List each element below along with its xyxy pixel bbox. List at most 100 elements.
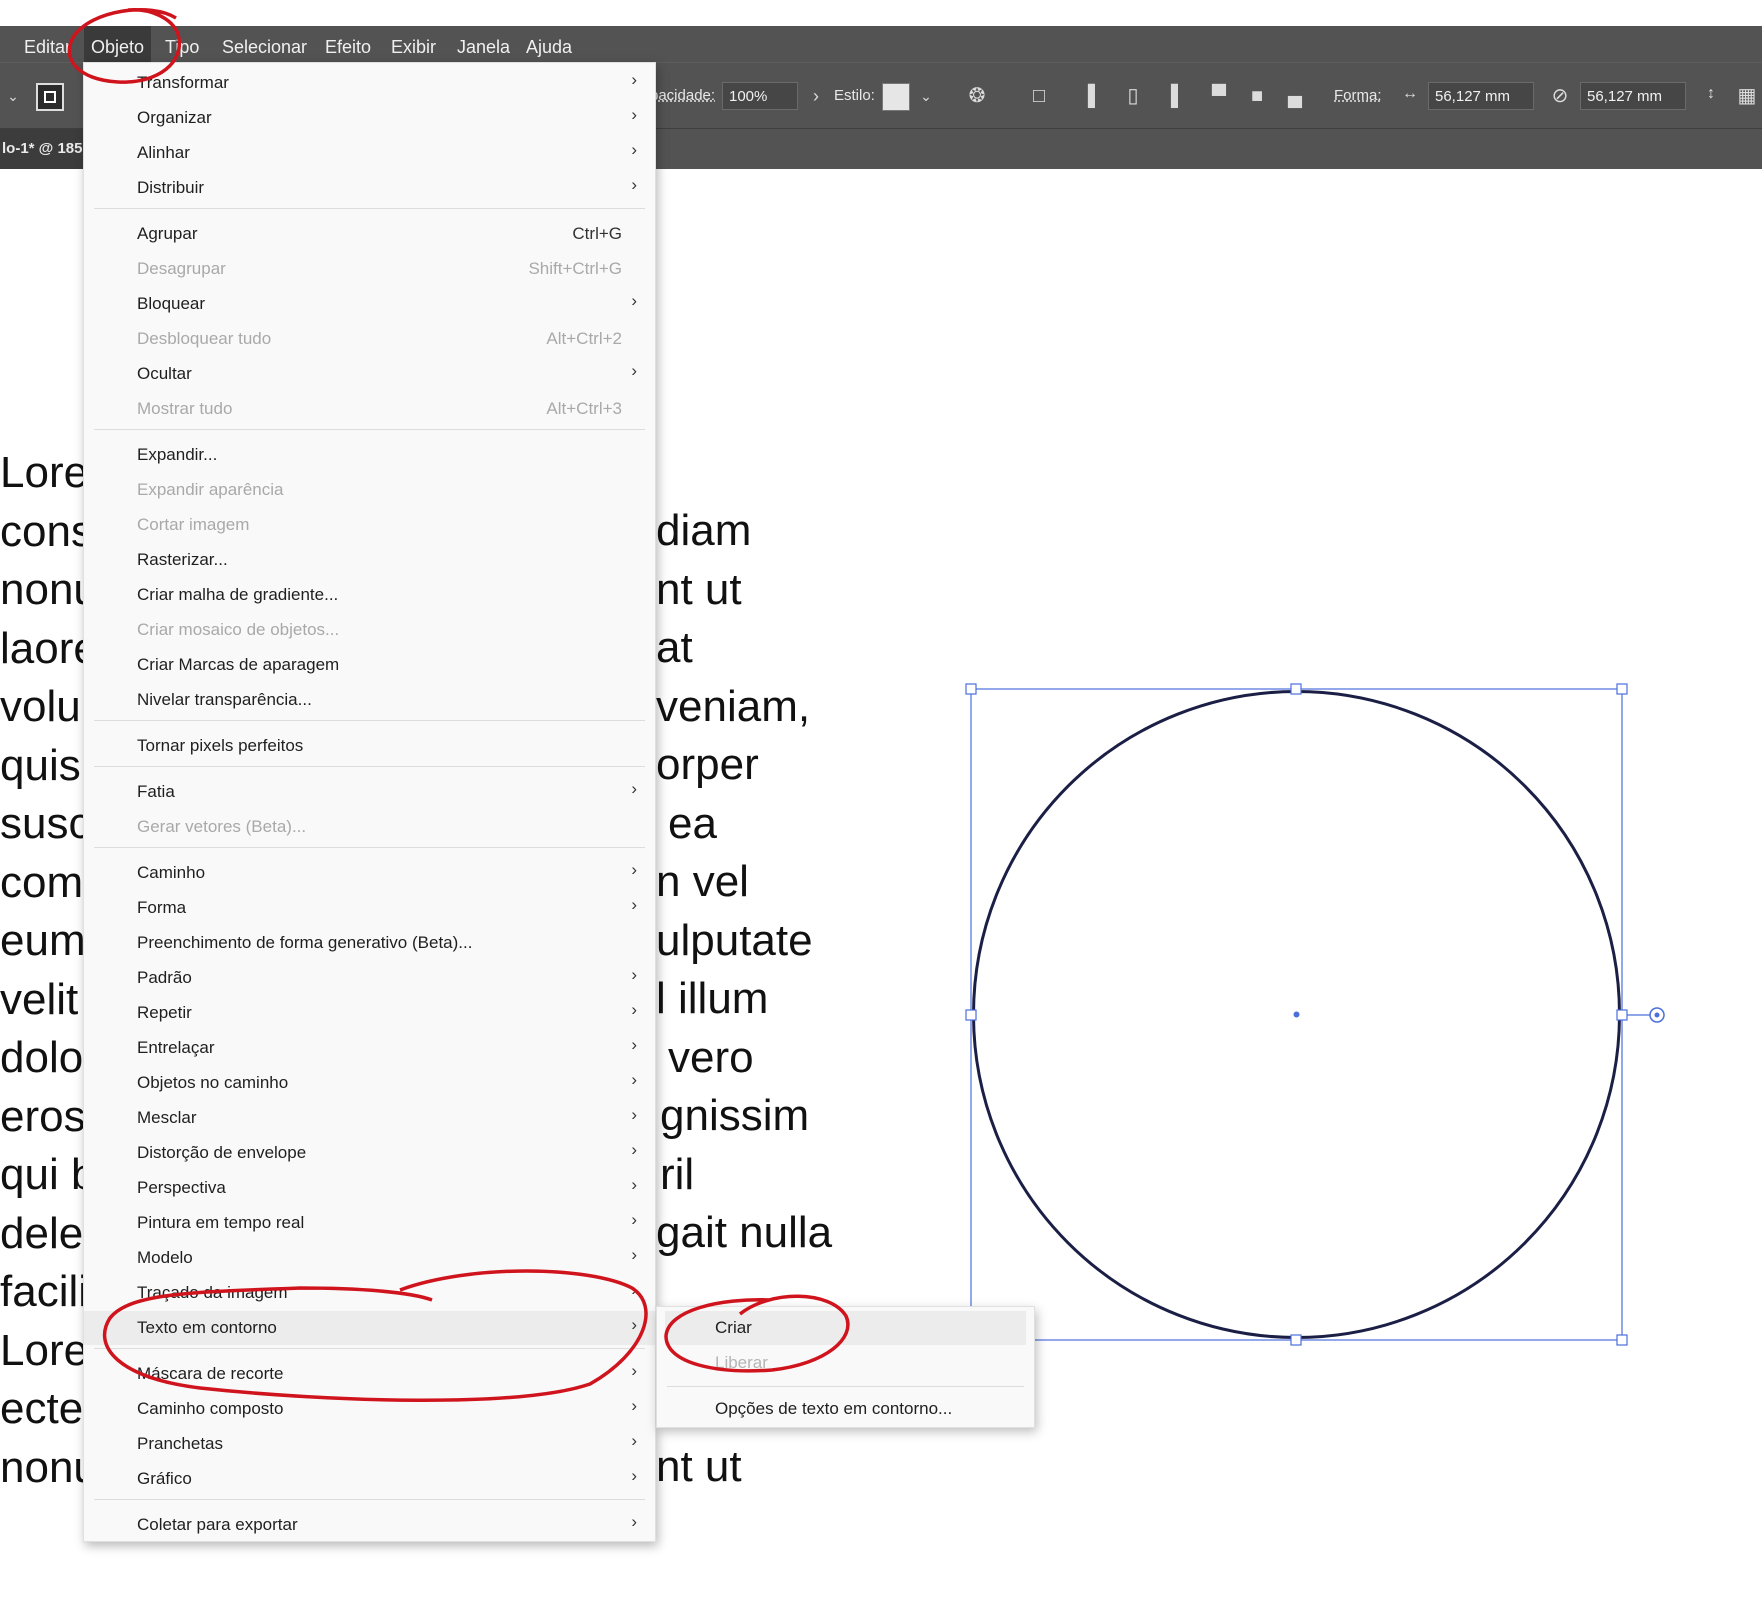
chevron-right-icon: › [631,1315,637,1334]
menu-item-mascara-de-recorte[interactable]: Máscara de recorte › [84,1357,655,1391]
menu-item-perspectiva[interactable]: Perspectiva › [84,1171,655,1205]
chevron-right-icon: › [631,1466,637,1485]
chevron-right-icon: › [631,1210,637,1229]
chevron-right-icon: › [631,291,637,310]
menu-item-label: Transformar [137,73,229,92]
menu-item-transformar[interactable]: Transformar › [84,66,655,100]
menu-item-label: Desbloquear tudo [137,329,272,348]
chevron-right-icon: › [631,361,637,380]
menu-item-caminho[interactable]: Caminho › [84,856,655,890]
menu-item-label: Agrupar [137,224,198,243]
menu-item-label: Mesclar [137,1108,197,1127]
menu-item-label: Fatia [137,782,175,801]
center-point [1293,1011,1300,1018]
menu-item-desagrupar: Desagrupar Shift+Ctrl+G [84,252,655,286]
submenu-item-opcoes-de-texto-em-contorno[interactable]: Opções de texto em contorno... [665,1392,1026,1426]
menu-item-label: Ocultar [137,364,192,383]
menu-separator [667,1386,1024,1387]
menu-item-label: Texto em contorno [137,1318,277,1337]
menu-item-nivelar-transparencia[interactable]: Nivelar transparência... [84,683,655,717]
chevron-right-icon: › [631,175,637,194]
menu-item-agrupar[interactable]: Agrupar Ctrl+G [84,217,655,251]
menu-separator [94,847,645,848]
chevron-right-icon: › [631,895,637,914]
menu-item-label: Objetos no caminho [137,1073,289,1092]
chevron-right-icon: › [631,779,637,798]
menu-item-label: Caminho composto [137,1399,284,1418]
menu-item-label: Distorção de envelope [137,1143,307,1162]
menu-item-shortcut: Alt+Ctrl+2 [546,329,622,348]
menu-item-desbloquear-tudo: Desbloquear tudo Alt+Ctrl+2 [84,322,655,356]
chevron-right-icon: › [631,1000,637,1019]
menu-item-distribuir[interactable]: Distribuir › [84,171,655,205]
menu-item-preenchimento-de-forma-generativo-beta[interactable]: Preenchimento de forma generativo (Beta)… [84,926,655,960]
chevron-right-icon: › [631,1035,637,1054]
menu-item-tracado-da-imagem[interactable]: Traçado da imagem › [84,1276,655,1310]
submenu-item-criar[interactable]: Criar [665,1311,1026,1345]
menu-item-texto-em-contorno[interactable]: Texto em contorno › [84,1311,655,1345]
menu-item-label: Máscara de recorte [137,1364,284,1383]
menu-item-alinhar[interactable]: Alinhar › [84,136,655,170]
chevron-right-icon: › [631,1361,637,1380]
menu-item-bloquear[interactable]: Bloquear › [84,287,655,321]
chevron-right-icon: › [631,1140,637,1159]
menu-separator [94,208,645,209]
menu-item-mesclar[interactable]: Mesclar › [84,1101,655,1135]
menu-item-coletar-para-exportar[interactable]: Coletar para exportar › [84,1508,655,1542]
menu-item-padrao[interactable]: Padrão › [84,961,655,995]
menu-item-entrelacar[interactable]: Entrelaçar › [84,1031,655,1065]
menu-item-label: Nivelar transparência... [137,690,312,709]
menu-item-pranchetas[interactable]: Pranchetas › [84,1427,655,1461]
menu-item-repetir[interactable]: Repetir › [84,996,655,1030]
menu-item-objetos-no-caminho[interactable]: Objetos no caminho › [84,1066,655,1100]
menu-item-expandir-aparencia: Expandir aparência [84,473,655,507]
submenu-item-label: Liberar [715,1353,768,1372]
menu-item-grafico[interactable]: Gráfico › [84,1462,655,1496]
menu-item-gerar-vetores-beta: Gerar vetores (Beta)... [84,810,655,844]
menu-item-criar-marcas-de-aparagem[interactable]: Criar Marcas de aparagem [84,648,655,682]
chevron-right-icon: › [631,860,637,879]
menu-item-label: Rasterizar... [137,550,228,569]
menu-item-ocultar[interactable]: Ocultar › [84,357,655,391]
menu-item-label: Mostrar tudo [137,399,233,418]
menu-item-expandir[interactable]: Expandir... [84,438,655,472]
menu-item-label: Criar Marcas de aparagem [137,655,340,674]
menu-item-caminho-composto[interactable]: Caminho composto › [84,1392,655,1426]
menu-item-label: Modelo [137,1248,193,1267]
menu-item-label: Perspectiva [137,1178,226,1197]
menu-separator [94,1499,645,1500]
menu-item-label: Repetir [137,1003,192,1022]
menu-item-label: Pranchetas [137,1434,223,1453]
menu-item-shortcut: Shift+Ctrl+G [528,259,622,278]
menu-item-label: Preenchimento de forma generativo (Beta)… [137,933,473,952]
menu-item-pintura-em-tempo-real[interactable]: Pintura em tempo real › [84,1206,655,1240]
menu-item-criar-mosaico-de-objetos: Criar mosaico de objetos... [84,613,655,647]
chevron-right-icon: › [631,1280,637,1299]
menu-separator [94,429,645,430]
menu-item-label: Cortar imagem [137,515,250,534]
submenu-item-liberar: Liberar [665,1346,1026,1380]
chevron-right-icon: › [631,70,637,89]
menu-item-label: Criar mosaico de objetos... [137,620,340,639]
menu-item-label: Desagrupar [137,259,226,278]
menu-item-label: Criar malha de gradiente... [137,585,339,604]
menu-item-modelo[interactable]: Modelo › [84,1241,655,1275]
chevron-right-icon: › [631,140,637,159]
menu-separator [94,766,645,767]
menu-item-criar-malha-de-gradiente[interactable]: Criar malha de gradiente... [84,578,655,612]
menu-item-distorcao-de-envelope[interactable]: Distorção de envelope › [84,1136,655,1170]
menu-item-label: Entrelaçar [137,1038,215,1057]
menu-item-tornar-pixels-perfeitos[interactable]: Tornar pixels perfeitos [84,729,655,763]
menu-item-rasterizar[interactable]: Rasterizar... [84,543,655,577]
chevron-right-icon: › [631,1245,637,1264]
menu-item-mostrar-tudo: Mostrar tudo Alt+Ctrl+3 [84,392,655,426]
menu-item-label: Traçado da imagem [137,1283,288,1302]
menu-item-label: Caminho [137,863,206,882]
chevron-right-icon: › [631,1512,637,1531]
menu-item-organizar[interactable]: Organizar › [84,101,655,135]
menu-item-label: Tornar pixels perfeitos [137,736,304,755]
menu-item-forma[interactable]: Forma › [84,891,655,925]
menu-item-label: Organizar [137,108,212,127]
menu-item-fatia[interactable]: Fatia › [84,775,655,809]
submenu-item-label: Criar [715,1318,752,1337]
